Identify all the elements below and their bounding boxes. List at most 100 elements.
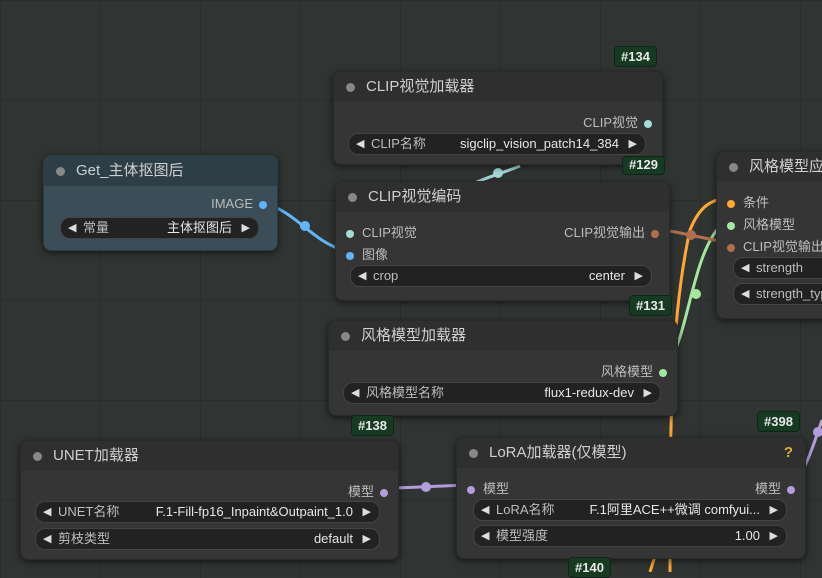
- arrow-right-icon[interactable]: ▶: [629, 134, 637, 154]
- link-image-midpoint: [300, 221, 310, 231]
- input-clip-vision[interactable]: CLIP视觉: [346, 222, 417, 241]
- link-model-out-midpoint: [813, 427, 822, 437]
- constant-combo[interactable]: ◀ 常量 主体抠图后 ▶: [60, 217, 259, 239]
- node-header[interactable]: Get_主体抠图后: [44, 156, 277, 186]
- input-style-model[interactable]: 风格模型: [727, 214, 795, 233]
- strength-widget[interactable]: ◀ strength: [733, 257, 822, 279]
- input-model[interactable]: 模型: [467, 478, 509, 497]
- input-pin-icon[interactable]: [346, 229, 354, 238]
- arrow-right-icon[interactable]: ▶: [363, 502, 371, 522]
- node-header[interactable]: CLIP视觉加载器: [334, 72, 662, 102]
- collapse-dot-icon[interactable]: [348, 193, 357, 202]
- style-model-apply-node[interactable]: 风格模型应 条件 风格模型 CLIP视觉输出 ◀ strength ◀ stre…: [716, 151, 822, 319]
- output-label: IMAGE: [211, 196, 253, 211]
- widget-value: default: [313, 531, 353, 546]
- output-model[interactable]: 模型: [755, 478, 795, 497]
- node-header[interactable]: UNET加载器: [21, 441, 398, 471]
- widget-label: 风格模型名称: [366, 385, 445, 400]
- input-label: 条件: [743, 195, 770, 210]
- help-icon[interactable]: ?: [784, 438, 793, 468]
- arrow-left-icon[interactable]: ◀: [481, 526, 489, 546]
- arrow-left-icon[interactable]: ◀: [356, 134, 364, 154]
- weight-dtype-combo[interactable]: ◀ 剪枝类型 default ▶: [35, 528, 380, 550]
- output-pin-icon[interactable]: [380, 488, 388, 497]
- widget-value: 主体抠图后: [166, 220, 232, 235]
- input-label: CLIP视觉: [362, 225, 417, 240]
- node-title: Get_主体抠图后: [76, 162, 184, 179]
- unet-loader-node[interactable]: UNET加载器 模型 ◀ UNET名称 F.1-Fill-fp16_Inpain…: [20, 440, 399, 560]
- arrow-left-icon[interactable]: ◀: [43, 502, 51, 522]
- collapse-dot-icon[interactable]: [469, 449, 478, 458]
- widget-label: 剪枝类型: [58, 531, 111, 546]
- input-pin-icon[interactable]: [727, 221, 735, 230]
- input-clip-vision-output[interactable]: CLIP视觉输出: [727, 236, 822, 255]
- widget-value: center: [588, 268, 625, 283]
- collapse-dot-icon[interactable]: [729, 163, 738, 172]
- arrow-left-icon[interactable]: ◀: [358, 266, 366, 286]
- output-pin-icon[interactable]: [651, 229, 659, 238]
- output-pin-icon[interactable]: [787, 485, 795, 494]
- arrow-right-icon[interactable]: ▶: [770, 526, 778, 546]
- widget-label: CLIP名称: [371, 136, 426, 151]
- link-model-midpoint: [421, 482, 431, 492]
- collapse-dot-icon[interactable]: [33, 452, 42, 461]
- unet-name-combo[interactable]: ◀ UNET名称 F.1-Fill-fp16_Inpaint&Outpaint_…: [35, 501, 380, 523]
- output-model[interactable]: 模型: [348, 481, 388, 500]
- model-strength-slider[interactable]: ◀ 模型强度 1.00 ▶: [473, 525, 787, 547]
- output-style-model[interactable]: 风格模型: [601, 361, 667, 380]
- node-badge-140: #140: [568, 557, 611, 578]
- input-pin-icon[interactable]: [727, 199, 735, 208]
- widget-label: strength: [756, 260, 803, 275]
- arrow-left-icon[interactable]: ◀: [68, 218, 76, 238]
- arrow-right-icon[interactable]: ▶: [644, 383, 652, 403]
- output-image[interactable]: IMAGE: [211, 196, 267, 211]
- collapse-dot-icon[interactable]: [341, 332, 350, 341]
- arrow-left-icon[interactable]: ◀: [481, 500, 489, 520]
- widget-label: crop: [373, 268, 399, 283]
- widget-label: 常量: [83, 220, 110, 235]
- output-clip-vision-output[interactable]: CLIP视觉输出: [564, 222, 659, 241]
- widget-value: F.1阿里ACE++微调 comfyui...: [589, 502, 761, 517]
- input-pin-icon[interactable]: [727, 243, 735, 252]
- node-header[interactable]: 风格模型加载器: [329, 321, 677, 351]
- clip-vision-loader-node[interactable]: CLIP视觉加载器 CLIP视觉 ◀ CLIP名称 sigclip_vision…: [333, 71, 663, 165]
- node-title: UNET加载器: [53, 447, 139, 464]
- output-label: CLIP视觉: [583, 115, 638, 130]
- input-pin-icon[interactable]: [346, 251, 354, 260]
- output-pin-icon[interactable]: [644, 119, 652, 128]
- node-title: 风格模型加载器: [361, 327, 467, 344]
- arrow-left-icon[interactable]: ◀: [741, 258, 749, 278]
- lora-name-combo[interactable]: ◀ LoRA名称 F.1阿里ACE++微调 comfyui... ▶: [473, 499, 787, 521]
- arrow-left-icon[interactable]: ◀: [741, 284, 749, 304]
- input-image[interactable]: 图像: [346, 244, 388, 263]
- node-header[interactable]: LoRA加载器(仅模型)?: [457, 438, 805, 468]
- clip-name-combo[interactable]: ◀ CLIP名称 sigclip_vision_patch14_384 ▶: [348, 133, 646, 155]
- clip-vision-encode-node[interactable]: CLIP视觉编码 CLIP视觉 图像 CLIP视觉输出 ◀ crop cente…: [335, 181, 670, 301]
- collapse-dot-icon[interactable]: [346, 83, 355, 92]
- link-clip-output-midpoint: [686, 230, 696, 240]
- output-pin-icon[interactable]: [659, 368, 667, 377]
- output-clip-vision[interactable]: CLIP视觉: [583, 112, 652, 131]
- arrow-right-icon[interactable]: ▶: [770, 500, 778, 520]
- get-node[interactable]: Get_主体抠图后 IMAGE ◀ 常量 主体抠图后 ▶: [43, 155, 278, 251]
- output-pin-icon[interactable]: [259, 200, 267, 209]
- arrow-right-icon[interactable]: ▶: [635, 266, 643, 286]
- arrow-right-icon[interactable]: ▶: [363, 529, 371, 549]
- node-badge-134: #134: [614, 46, 657, 67]
- widget-label: UNET名称: [58, 504, 120, 519]
- input-label: 模型: [483, 481, 510, 496]
- input-pin-icon[interactable]: [467, 485, 475, 494]
- lora-loader-node[interactable]: LoRA加载器(仅模型)? 模型 模型 ◀ LoRA名称 F.1阿里ACE++微…: [456, 437, 806, 559]
- widget-value: sigclip_vision_patch14_384: [459, 136, 619, 151]
- strength-type-widget[interactable]: ◀ strength_typ: [733, 283, 822, 305]
- style-model-name-combo[interactable]: ◀ 风格模型名称 flux1-redux-dev ▶: [343, 382, 661, 404]
- arrow-left-icon[interactable]: ◀: [43, 529, 51, 549]
- arrow-left-icon[interactable]: ◀: [351, 383, 359, 403]
- crop-combo[interactable]: ◀ crop center ▶: [350, 265, 652, 287]
- input-conditioning[interactable]: 条件: [727, 192, 769, 211]
- arrow-right-icon[interactable]: ▶: [242, 218, 250, 238]
- style-model-loader-node[interactable]: 风格模型加载器 风格模型 ◀ 风格模型名称 flux1-redux-dev ▶: [328, 320, 678, 416]
- collapse-dot-icon[interactable]: [56, 167, 65, 176]
- node-header[interactable]: CLIP视觉编码: [336, 182, 669, 212]
- node-header[interactable]: 风格模型应: [717, 152, 822, 182]
